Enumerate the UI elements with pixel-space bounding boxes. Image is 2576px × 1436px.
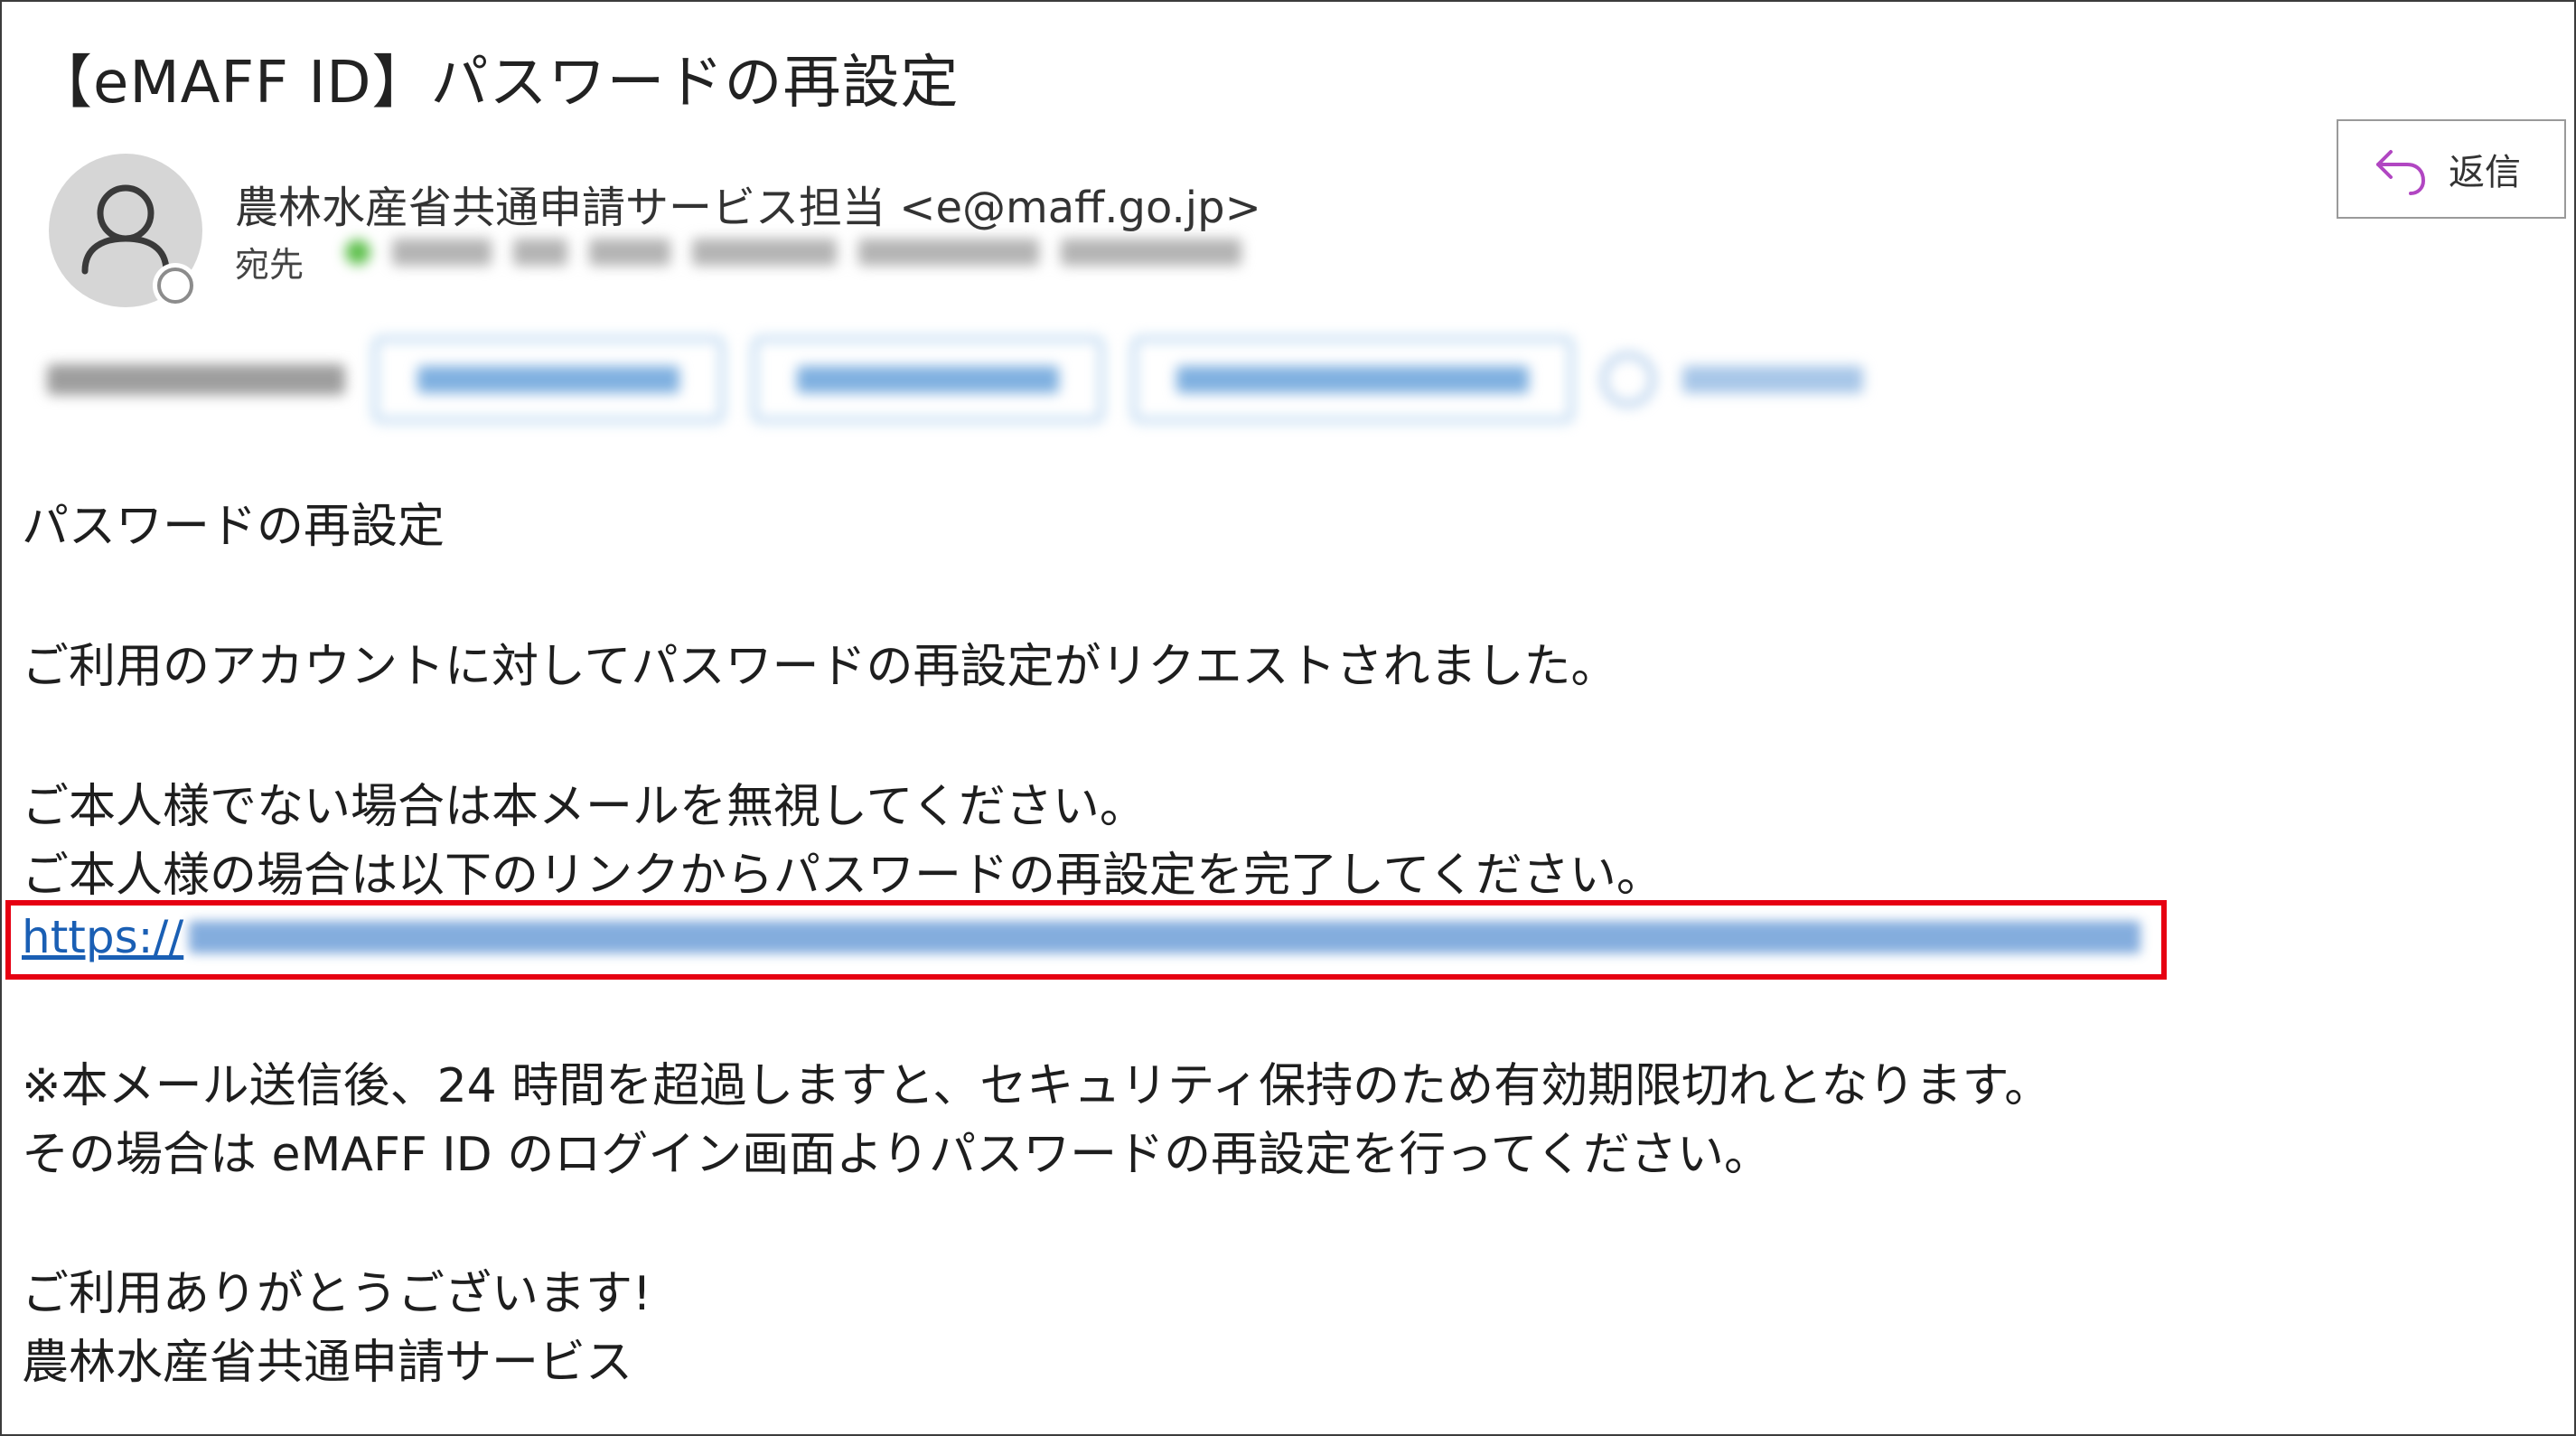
reset-link-text[interactable]: https:// — [22, 911, 183, 963]
recipient-chip — [692, 239, 837, 266]
reply-arrow-icon — [2376, 150, 2426, 195]
recipient-status-dot — [345, 239, 370, 265]
sender-name[interactable]: 農林水産省共通申請サービス担当 <e@maff.go.jp> — [235, 172, 1261, 235]
email-subject: 【eMAFF ID】パスワードの再設定 — [34, 50, 960, 117]
recipient-chip — [392, 239, 492, 266]
email-reading-pane: 【eMAFF ID】パスワードの再設定 返信 農林水産省共通申請サービス担当 <… — [0, 0, 2576, 1436]
to-label: 宛先 — [235, 245, 304, 285]
body-heading: パスワードの再設定 — [22, 500, 445, 554]
recipient-chip — [858, 239, 1039, 266]
suggested-reply-chip[interactable] — [1131, 336, 1574, 423]
reset-link[interactable]: https:// — [22, 911, 2141, 963]
suggested-reply-chip[interactable] — [372, 336, 725, 423]
reply-label: 返信 — [2449, 152, 2521, 193]
recipient-chip — [1061, 239, 1241, 266]
body-line-4: ※本メール送信後、24 時間を超過しますと、セキュリティ保持のため有効期限切れと… — [22, 1059, 2052, 1113]
suggested-replies-label — [47, 364, 345, 395]
recipients-blurred — [345, 239, 1241, 266]
body-line-3: ご本人様の場合は以下のリンクからパスワードの再設定を完了してください。 — [22, 849, 1663, 903]
presence-status-icon — [157, 267, 193, 304]
body-line-1: ご利用のアカウントに対してパスワードの再設定がリクエストされました。 — [22, 640, 1618, 694]
copilot-label[interactable] — [1682, 366, 1863, 393]
reply-button[interactable]: 返信 — [2337, 119, 2566, 219]
body-line-6: ご利用ありがとうございます! — [22, 1267, 651, 1321]
recipient-chip — [589, 239, 670, 266]
body-line-5: その場合は eMAFF ID のログイン画面よりパスワードの再設定を行ってくださ… — [22, 1128, 1772, 1182]
suggested-reply-chip[interactable] — [752, 336, 1104, 423]
body-line-2: ご本人様でない場合は本メールを無視してください。 — [22, 780, 1147, 834]
copilot-icon[interactable] — [1601, 352, 1655, 407]
reset-link-blurred[interactable] — [189, 921, 2141, 953]
recipient-chip — [513, 239, 567, 266]
body-line-7: 農林水産省共通申請サービス — [22, 1336, 633, 1390]
suggested-replies-blurred — [47, 336, 1863, 423]
